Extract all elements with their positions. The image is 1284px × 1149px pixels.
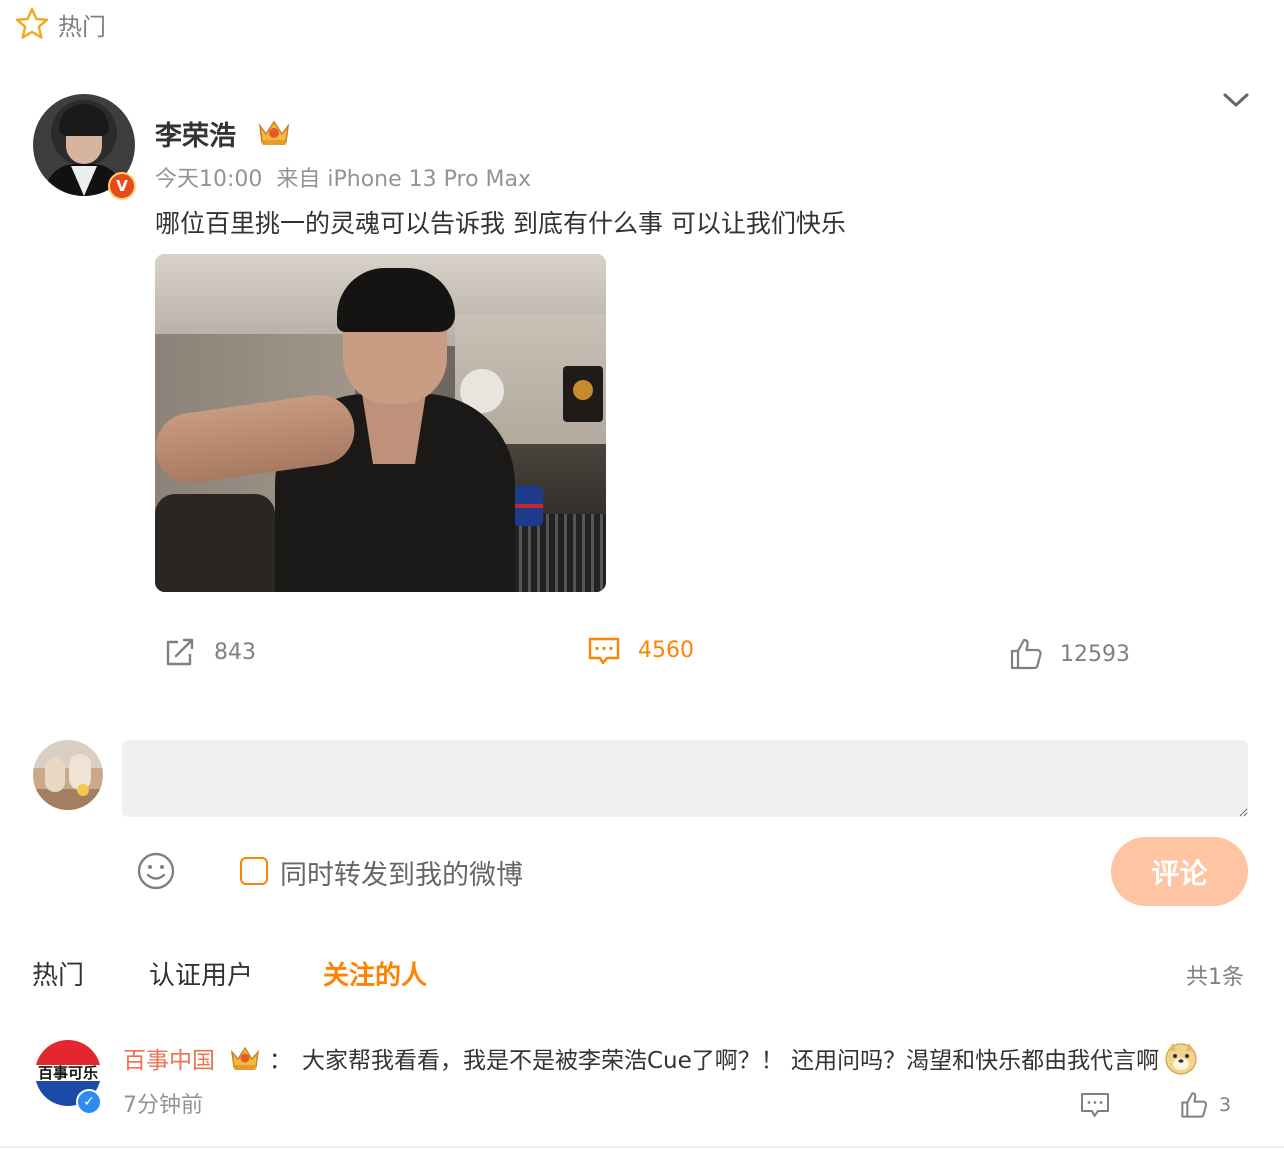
comment-icon: [588, 637, 620, 665]
commenter-name[interactable]: 百事中国: [123, 1041, 215, 1075]
comment-tabs: 热门 认证用户 关注的人 共1条: [0, 955, 1284, 995]
my-avatar[interactable]: [33, 740, 103, 810]
comment-colon: ：: [269, 1048, 292, 1074]
comment-button[interactable]: 4560: [586, 632, 694, 668]
tab-verified-users[interactable]: 认证用户: [149, 955, 253, 992]
repost-count: 843: [214, 639, 256, 665]
verified-badge-icon: V: [108, 172, 136, 200]
like-count: 12593: [1060, 641, 1130, 667]
comment-time: 7分钟前: [123, 1093, 203, 1118]
post-image[interactable]: [155, 254, 606, 592]
post-text: 哪位百里挑一的灵魂可以告诉我 到底有什么事 可以让我们快乐: [155, 209, 846, 238]
comment-line: 百事中国 ： 大家帮我看看，我是不是被李荣浩Cue了啊？！ 还用问吗？渴望和快乐…: [123, 1040, 1199, 1076]
divider: [0, 1146, 1284, 1148]
submit-comment-button[interactable]: 评论: [1111, 837, 1248, 906]
share-icon: [166, 638, 194, 666]
reply-icon[interactable]: [1079, 1090, 1111, 1120]
star-icon: [15, 7, 49, 39]
like-button[interactable]: 12593: [1008, 636, 1130, 672]
repost-checkbox[interactable]: [240, 857, 268, 885]
comment-total: 共1条: [1186, 965, 1244, 990]
verified-blue-badge-icon: ✓: [76, 1089, 102, 1115]
avatar-wordmark: 百事可乐: [37, 1064, 98, 1082]
tab-hot[interactable]: 热门: [32, 955, 84, 992]
crown-badge-icon[interactable]: [256, 116, 292, 148]
author-name[interactable]: 李荣浩: [155, 114, 236, 153]
tab-following[interactable]: 关注的人: [323, 955, 427, 992]
repost-checkbox-label[interactable]: 同时转发到我的微博: [280, 853, 523, 892]
chevron-down-icon[interactable]: [1220, 88, 1252, 112]
section-header: 热门: [14, 6, 106, 42]
section-label: 热门: [58, 12, 106, 41]
comment-input[interactable]: [122, 740, 1248, 817]
comment-text: 大家帮我看看，我是不是被李荣浩Cue了啊？！ 还用问吗？渴望和快乐都由我代言啊: [302, 1048, 1160, 1074]
emoji-icon[interactable]: [137, 852, 175, 890]
comment-like-count: 3: [1219, 1094, 1232, 1116]
post-source: 来自 iPhone 13 Pro Max: [276, 167, 532, 192]
post-meta: 今天10:00 来自 iPhone 13 Pro Max: [155, 161, 531, 193]
comment-like-button[interactable]: 3: [1179, 1090, 1231, 1120]
thumbs-up-icon: [1181, 1092, 1208, 1118]
crown-badge-icon[interactable]: [229, 1043, 261, 1073]
post-time[interactable]: 今天10:00: [155, 167, 262, 192]
comment-count: 4560: [638, 637, 694, 663]
thumbs-up-icon: [1010, 638, 1042, 670]
repost-button[interactable]: 843: [162, 634, 256, 670]
doge-emoji-icon: [1165, 1043, 1197, 1075]
post-actions: 843 4560 12593: [0, 628, 1284, 678]
